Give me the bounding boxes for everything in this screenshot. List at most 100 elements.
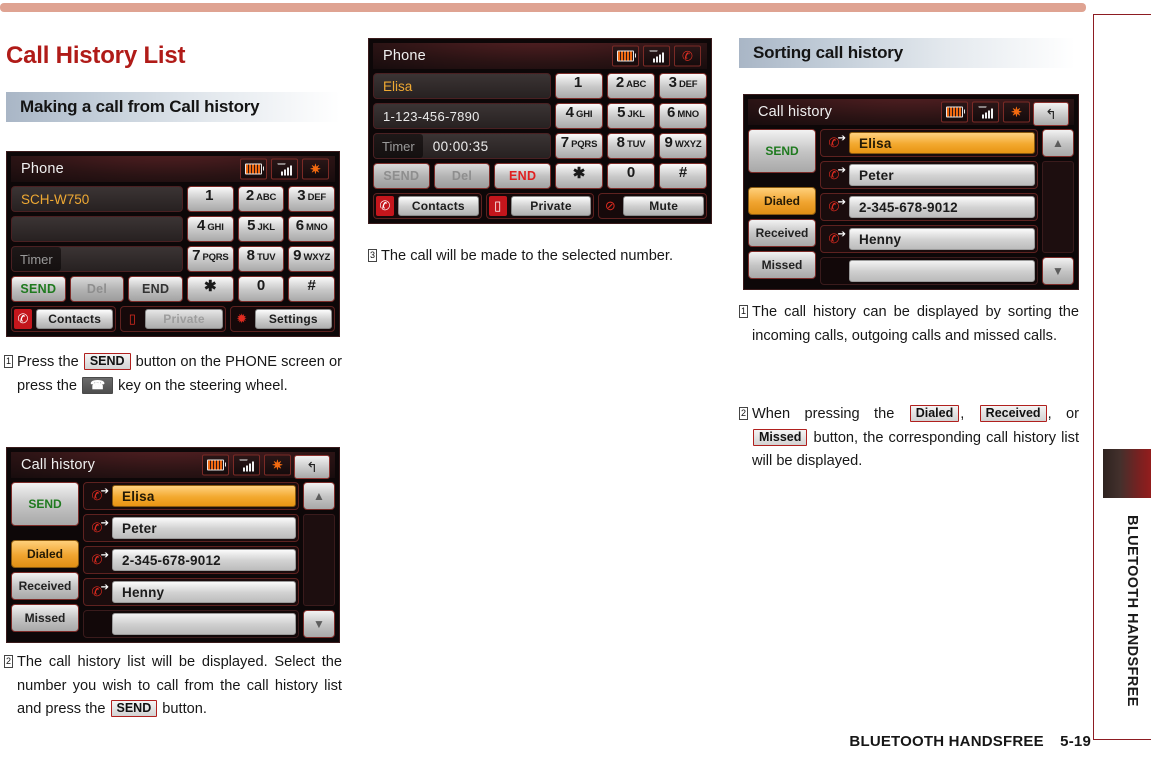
list-item[interactable] <box>83 610 299 638</box>
list-item[interactable]: ✆ ➔ 2-345-678-9012 <box>83 546 299 574</box>
key-9[interactable]: 9 WXYZ <box>659 133 707 159</box>
scroll-down-icon[interactable]: ▼ <box>1042 257 1074 285</box>
end-button[interactable]: END <box>494 163 552 189</box>
footer-page-number: 5-19 <box>1060 733 1091 750</box>
list-item[interactable]: ✆ ➔ 2-345-678-9012 <box>820 193 1038 221</box>
key-digit: ✱ <box>572 165 586 182</box>
list-item[interactable]: ✆ ➔ Henny <box>83 578 299 606</box>
key-4[interactable]: 4 GHI <box>187 216 234 242</box>
received-filter-button[interactable]: Received <box>748 219 816 247</box>
call-history-list: ✆ ➔ Elisa ✆ ➔ Peter ✆ ➔ 2-345-678-9012 ✆ ➔ H… <box>83 482 299 638</box>
key-1[interactable]: 1 <box>187 186 234 212</box>
key-digit: 6 <box>295 217 305 234</box>
settings-slot: ✹ Settings <box>229 306 335 332</box>
key-4[interactable]: 4 GHI <box>555 103 603 129</box>
key-8[interactable]: 8 TUV <box>607 133 655 159</box>
list-item[interactable]: ✆ ➔ Elisa <box>820 129 1038 157</box>
key-5[interactable]: 5 JKL <box>237 216 285 242</box>
key-7[interactable]: 7 PQRS <box>555 133 603 159</box>
scroll-down-icon[interactable]: ▼ <box>303 610 335 638</box>
key-7[interactable]: 7 PQRS <box>187 246 234 272</box>
send-button[interactable]: SEND <box>11 276 66 302</box>
send-button[interactable]: SEND <box>11 482 79 526</box>
key-8[interactable]: 8 TUV <box>237 246 285 272</box>
send-button[interactable]: SEND <box>373 163 430 189</box>
dialed-filter-button[interactable]: Dialed <box>11 540 79 568</box>
scrollbar-track[interactable] <box>303 514 335 606</box>
step-text: The call history list will be displayed.… <box>17 651 342 722</box>
handset-icon: ✆ <box>376 196 394 216</box>
empty-call-icon <box>823 260 845 282</box>
key-letters: WXYZ <box>303 252 331 263</box>
missed-key-ref: Missed <box>753 428 808 446</box>
key-1[interactable]: 1 <box>555 73 603 99</box>
call-history-screen-right: Call history ✷ ↰ SEND Dialed Received Mi… <box>743 94 1079 290</box>
list-item-label <box>112 613 296 635</box>
del-button[interactable]: Del <box>433 163 491 189</box>
scroll-up-icon[interactable]: ▲ <box>303 482 335 510</box>
call-history-body: SEND Dialed Received Missed ✆ ➔ Elisa ✆ ➔ … <box>748 129 1074 285</box>
key-letters: DEF <box>307 192 327 203</box>
list-item[interactable]: ✆ ➔ Elisa <box>83 482 299 510</box>
received-filter-button[interactable]: Received <box>11 572 79 600</box>
phone-screen-idle: Phone ✷ SCH-W750 Timer SEND Del END 1 2 … <box>6 151 340 337</box>
key-2[interactable]: 2 ABC <box>607 73 655 99</box>
send-button[interactable]: SEND <box>748 129 816 173</box>
list-item[interactable]: ✆ ➔ Peter <box>83 514 299 542</box>
phone-screen-incall: Phone ✆ Elisa 1-123-456-7890 Timer 00:00… <box>368 38 712 224</box>
key-5[interactable]: 5 JKL <box>607 103 655 129</box>
key-hash[interactable]: # <box>659 163 707 189</box>
settings-button[interactable]: Settings <box>254 309 332 329</box>
key-6[interactable]: 6 MNO <box>659 103 707 129</box>
key-0[interactable]: 0 <box>237 276 285 302</box>
key-letters: ABC <box>626 79 647 90</box>
del-button[interactable]: Del <box>69 276 125 302</box>
key-letters: MNO <box>306 222 328 233</box>
key-hash[interactable]: # <box>288 276 335 302</box>
key-9[interactable]: 9 WXYZ <box>288 246 335 272</box>
list-item-label: Henny <box>112 581 296 603</box>
list-item[interactable]: ✆ ➔ Henny <box>820 225 1038 253</box>
scrollbar-track[interactable] <box>1042 161 1074 253</box>
key-0[interactable]: 0 <box>607 163 655 189</box>
back-button[interactable]: ↰ <box>294 455 330 479</box>
private-button[interactable]: Private <box>510 196 592 216</box>
empty-call-icon <box>86 613 108 635</box>
outgoing-call-icon: ✆ ➔ <box>91 518 109 536</box>
mute-icon: ⊘ <box>604 198 616 213</box>
list-item[interactable]: ✆ ➔ Peter <box>820 161 1038 189</box>
missed-filter-button[interactable]: Missed <box>11 604 79 632</box>
private-slot: ▯ Private <box>485 193 595 219</box>
call-history-screen-left: Call history ✷ ↰ SEND Dialed Received Mi… <box>6 447 340 643</box>
list-item[interactable] <box>820 257 1038 285</box>
key-digit: 1 <box>205 187 214 204</box>
key-6[interactable]: 6 MNO <box>288 216 335 242</box>
step-a2: 2 The call history list will be displaye… <box>4 651 342 722</box>
key-3[interactable]: 3 DEF <box>659 73 707 99</box>
key-star[interactable]: ✱ <box>187 276 234 302</box>
outgoing-call-icon: ✆ ➔ <box>828 165 846 183</box>
signal-icon <box>643 45 670 67</box>
phone-number-field[interactable] <box>11 216 183 242</box>
end-button[interactable]: END <box>128 276 184 302</box>
key-digit: 4 <box>565 104 575 121</box>
contacts-button[interactable]: Contacts <box>398 196 479 216</box>
phone-bottom-bar: ✆ Contacts ▯ Private ⊘ Mute <box>373 193 708 219</box>
back-button[interactable]: ↰ <box>1033 102 1069 126</box>
key-3[interactable]: 3 DEF <box>288 186 335 212</box>
key-star[interactable]: ✱ <box>555 163 603 189</box>
phone-name-field: SCH-W750 <box>11 186 183 212</box>
dialed-filter-button[interactable]: Dialed <box>748 187 816 215</box>
key-digit: 6 <box>667 104 676 121</box>
section-heading-making-call: Making a call from Call history <box>6 92 340 122</box>
private-button[interactable]: Private <box>145 309 223 329</box>
key-2[interactable]: 2 ABC <box>237 186 285 212</box>
phone-name-field: Elisa <box>373 73 551 99</box>
outgoing-call-icon: ✆ ➔ <box>91 550 109 568</box>
mute-button[interactable]: Mute <box>623 196 705 216</box>
scroll-up-icon[interactable]: ▲ <box>1042 129 1074 157</box>
signal-icon <box>271 158 298 180</box>
contacts-button[interactable]: Contacts <box>36 309 114 329</box>
key-digit: 8 <box>246 247 255 264</box>
missed-filter-button[interactable]: Missed <box>748 251 816 279</box>
